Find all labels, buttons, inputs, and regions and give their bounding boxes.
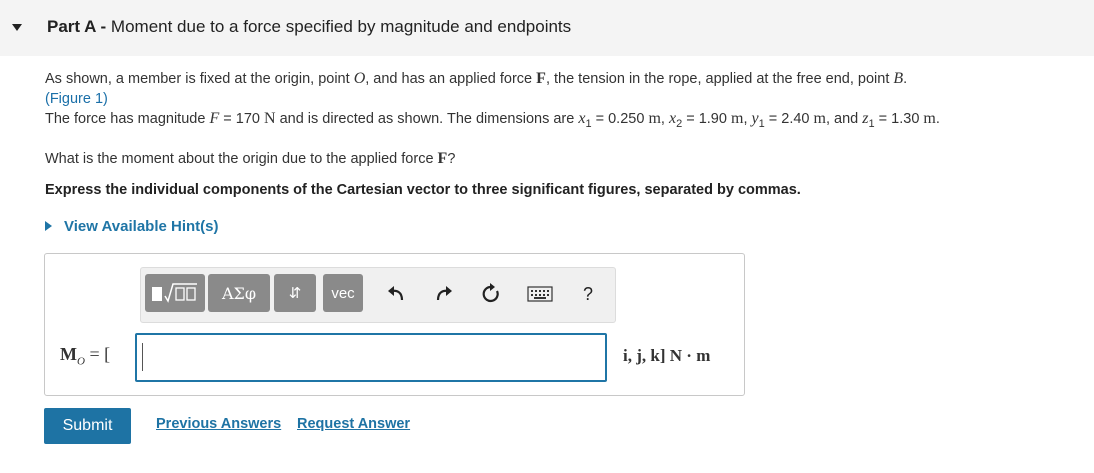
x2-var: x [668, 110, 677, 127]
force-unit: N [263, 110, 276, 127]
hint-caret-icon[interactable] [45, 221, 52, 231]
problem-text: and is directed as shown. The dimensions… [275, 111, 579, 127]
y1-var: y [751, 110, 759, 127]
m-unit: m [813, 110, 826, 127]
request-answer-link[interactable]: Request Answer [297, 416, 410, 432]
problem-line-1: As shown, a member is fixed at the origi… [45, 70, 907, 88]
point-b: B [893, 70, 904, 87]
part-title-text: Moment due to a force specified by magni… [110, 17, 572, 36]
and-text: , and [825, 111, 863, 127]
part-title: Part A - Moment due to a force specified… [47, 17, 571, 37]
view-hints-link[interactable]: View Available Hint(s) [64, 218, 219, 235]
subscript-button[interactable]: ⇵ [274, 274, 316, 312]
collapse-caret-icon[interactable] [12, 24, 22, 31]
part-separator: - [95, 17, 111, 36]
equals: = [219, 111, 236, 127]
problem-text: . [903, 71, 908, 87]
instruction-text: Express the individual components of the… [45, 182, 801, 198]
moment-eq: = [ [84, 344, 111, 364]
previous-answers-link[interactable]: Previous Answers [156, 416, 281, 432]
moment-symbol: M [60, 344, 77, 364]
vec-icon: vec [331, 284, 355, 302]
units-label: i, j, k] N · m [623, 346, 710, 366]
m-unit: m [648, 110, 661, 127]
keyboard-icon[interactable] [527, 281, 553, 307]
comma: , [660, 111, 669, 127]
z1-value: 1.30 [891, 111, 920, 127]
part-label: Part A [47, 17, 96, 36]
reset-icon[interactable] [479, 281, 503, 307]
equals: = [682, 111, 699, 127]
greek-icon: ΑΣφ [221, 283, 257, 303]
submit-button[interactable]: Submit [44, 408, 131, 444]
greek-button[interactable]: ΑΣφ [208, 274, 270, 312]
templates-icon [152, 283, 197, 303]
question-force-symbol: F [437, 150, 448, 167]
redo-icon[interactable] [432, 281, 456, 307]
help-icon[interactable]: ? [576, 281, 600, 307]
answer-input[interactable] [135, 333, 607, 382]
m-unit: m [923, 110, 936, 127]
vec-button[interactable]: vec [323, 274, 363, 312]
moment-label: MO = [ [60, 344, 110, 368]
force-value: 170 [235, 111, 260, 127]
equals: = [874, 111, 892, 127]
units-text: i, j, k] N · m [623, 346, 711, 365]
force-symbol: F [536, 70, 546, 87]
point-o: O [353, 70, 366, 87]
updown-arrows-icon: ⇵ [288, 284, 302, 302]
period: . [935, 111, 940, 127]
problem-text: As shown, a member is fixed at the origi… [45, 71, 354, 87]
question-text: What is the moment about the origin due … [45, 151, 438, 167]
y1-value: 2.40 [781, 111, 810, 127]
text-cursor [142, 343, 143, 371]
force-magnitude-symbol: F [209, 110, 220, 127]
question-line: What is the moment about the origin due … [45, 150, 455, 168]
problem-text: , and has an applied force [365, 71, 537, 87]
x1-value: 0.250 [608, 111, 645, 127]
question-mark: ? [447, 151, 456, 167]
figure-link[interactable]: (Figure 1) [45, 91, 108, 107]
templates-button[interactable] [145, 274, 205, 312]
problem-text: , the tension in the rope, applied at th… [545, 71, 894, 87]
undo-icon[interactable] [384, 281, 408, 307]
x2-value: 1.90 [698, 111, 727, 127]
equals: = [764, 111, 782, 127]
comma: , [743, 111, 752, 127]
problem-text: The force has magnitude [45, 111, 210, 127]
equals: = [591, 111, 609, 127]
problem-line-3: The force has magnitude F = 170 N and is… [45, 110, 940, 130]
m-unit: m [730, 110, 744, 127]
moment-sub: O [77, 355, 85, 368]
